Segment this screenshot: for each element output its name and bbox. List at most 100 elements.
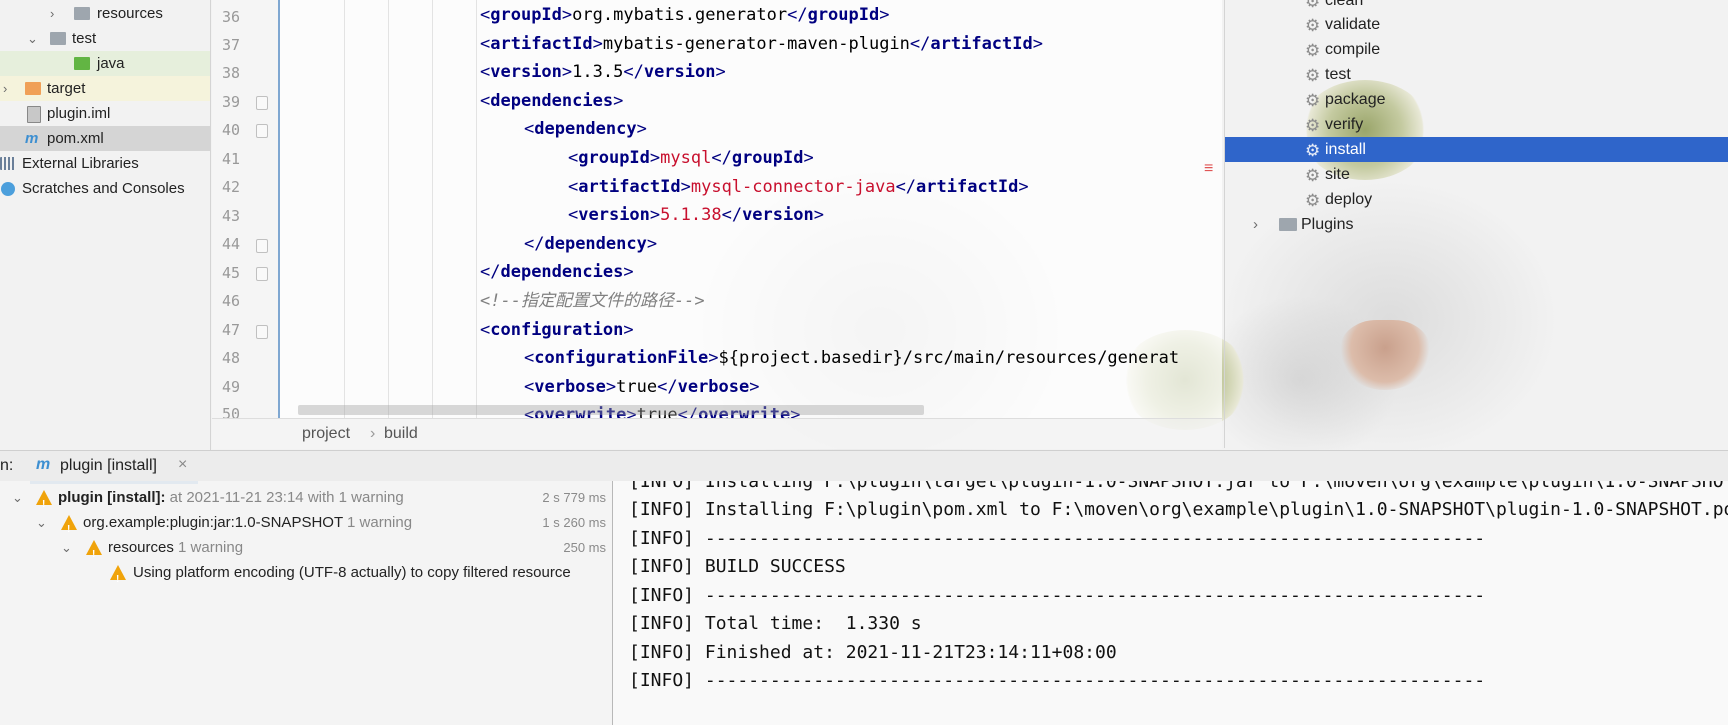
line-number: 49 (221, 378, 240, 396)
build-node-warning-message[interactable]: Using platform encoding (UTF-8 actually)… (0, 560, 612, 585)
build-node-artifact[interactable]: ⌄ org.example:plugin:jar:1.0-SNAPSHOT 1 … (0, 510, 612, 542)
code-token: > (715, 62, 726, 83)
code-token: </ (895, 176, 917, 197)
lifecycle-item-package[interactable]: ⚙ package (1225, 87, 1728, 112)
code-token: mysql (660, 148, 712, 168)
code-token: > (803, 148, 814, 168)
fold-marker[interactable] (256, 124, 268, 138)
horizontal-scrollbar[interactable] (298, 405, 924, 415)
breadcrumb-separator: › (370, 425, 376, 442)
editor-gutter: 36 37 38 39 40 41 42 43 44 45 46 47 48 4… (212, 0, 280, 418)
breadcrumb: project › build (212, 418, 1222, 449)
code-token: </ (480, 262, 501, 283)
warning-icon (86, 540, 102, 567)
indent-guide (344, 0, 345, 418)
code-token: </ (657, 376, 678, 397)
code-line: <dependency> (524, 115, 647, 143)
tree-item-target[interactable]: › target (0, 76, 210, 101)
code-token: dependencies (500, 262, 624, 283)
code-token: artifactId (916, 176, 1019, 197)
fold-marker[interactable] (256, 239, 268, 253)
code-editor[interactable]: <groupId>org.mybatis.generator</groupId>… (280, 0, 1222, 418)
console-line: [INFO] ---------------------------------… (629, 528, 1486, 549)
chevron-down-icon[interactable]: ⌄ (61, 535, 72, 560)
code-token: ${project.basedir}/src/main/resources/ge… (718, 348, 1180, 369)
tree-item-java[interactable]: java (0, 51, 210, 76)
line-number: 47 (221, 321, 240, 339)
gear-icon: ⚙ (1305, 141, 1321, 160)
tree-item-pom-xml[interactable]: m pom.xml (0, 126, 210, 151)
chevron-right-icon[interactable]: › (1253, 212, 1258, 237)
lifecycle-item-site[interactable]: ⚙ site (1225, 162, 1728, 187)
gear-icon: ⚙ (1305, 191, 1321, 210)
chevron-right-icon[interactable]: › (3, 76, 7, 101)
console-line: [INFO] ---------------------------------… (629, 585, 1486, 606)
tree-item-resources[interactable]: › resources (0, 1, 210, 26)
breadcrumb-item-build[interactable]: build (384, 425, 418, 443)
code-token: > (680, 176, 691, 197)
code-token: > (749, 376, 760, 397)
fold-marker[interactable] (256, 96, 268, 110)
maven-plugins-node[interactable]: › Plugins (1225, 212, 1728, 237)
code-token: version (578, 205, 650, 226)
gear-icon: ⚙ (1305, 116, 1321, 135)
tree-item-external-libraries[interactable]: External Libraries (0, 151, 210, 176)
tree-item-test[interactable]: ⌄ test (0, 26, 210, 51)
close-icon[interactable]: × (178, 456, 187, 474)
build-node-resources[interactable]: ⌄ resources 1 warning 250 ms (0, 535, 612, 567)
code-token: version (643, 62, 716, 83)
chevron-down-icon[interactable]: ⌄ (27, 26, 38, 51)
code-token: dependencies (490, 90, 614, 111)
code-token: </ (623, 62, 644, 83)
file-icon (27, 106, 41, 123)
code-token: > (561, 5, 573, 25)
line-number: 44 (221, 235, 240, 253)
gear-icon: ⚙ (1305, 91, 1321, 110)
plugins-folder-icon (1279, 218, 1297, 231)
code-token: artifactId (578, 176, 681, 197)
code-token: configurationFile (534, 348, 709, 369)
tree-item-plugin-iml[interactable]: plugin.iml (0, 101, 210, 126)
line-number: 38 (221, 64, 240, 82)
code-token: < (480, 33, 491, 54)
lifecycle-item-deploy[interactable]: ⚙ deploy (1225, 187, 1728, 212)
lifecycle-item-validate[interactable]: ⚙ validate (1225, 12, 1728, 37)
line-number: 41 (221, 150, 240, 168)
lifecycle-item-test[interactable]: ⚙ test (1225, 62, 1728, 87)
code-token: > (605, 376, 617, 397)
tab-plugin-install[interactable]: m plugin [install] × (30, 451, 198, 484)
fold-marker[interactable] (256, 267, 268, 281)
chevron-down-icon[interactable]: ⌄ (12, 485, 23, 510)
gear-icon: ⚙ (1305, 41, 1321, 60)
error-stripe-icon[interactable]: ≡ (1204, 161, 1222, 177)
fold-marker[interactable] (256, 325, 268, 339)
code-token: > (561, 62, 573, 83)
code-line: <version>1.3.5</version> (480, 58, 726, 86)
code-line: <version>5.1.38</version> (568, 201, 824, 229)
lifecycle-item-compile[interactable]: ⚙ compile (1225, 37, 1728, 62)
code-line: <configurationFile>${project.basedir}/sr… (524, 344, 1179, 372)
build-node-root[interactable]: ⌄ plugin [install]: at 2021-11-21 23:14 … (0, 485, 612, 517)
lifecycle-item-install[interactable]: ⚙ install (1225, 137, 1728, 162)
code-token: < (480, 90, 491, 111)
console-line: [INFO] Installing F:\plugin\pom.xml to F… (629, 499, 1728, 520)
code-token: < (524, 376, 535, 397)
line-number: 46 (221, 292, 240, 310)
maven-file-icon: m (25, 130, 39, 147)
project-tree-panel: › resources ⌄ test java › target plugin.… (0, 0, 211, 450)
console-output[interactable]: [INFO] Installing F:\plugin\target\plugi… (613, 481, 1728, 725)
code-token: version (742, 205, 814, 226)
code-token: </ (721, 205, 743, 226)
chevron-right-icon[interactable]: › (50, 1, 54, 26)
code-line: <artifactId>mybatis-generator-maven-plug… (480, 30, 1043, 58)
run-toolwindow-header: n: m plugin [install] × (0, 450, 1728, 484)
warning-icon (61, 515, 77, 542)
tree-item-scratches[interactable]: Scratches and Consoles (0, 176, 210, 201)
code-token: < (568, 148, 579, 168)
breadcrumb-item-project[interactable]: project (302, 425, 350, 443)
code-token: < (480, 319, 491, 340)
lifecycle-item-verify[interactable]: ⚙ verify (1225, 112, 1728, 137)
folder-icon (50, 32, 66, 45)
chevron-down-icon[interactable]: ⌄ (36, 510, 47, 535)
code-token: true (616, 376, 658, 397)
